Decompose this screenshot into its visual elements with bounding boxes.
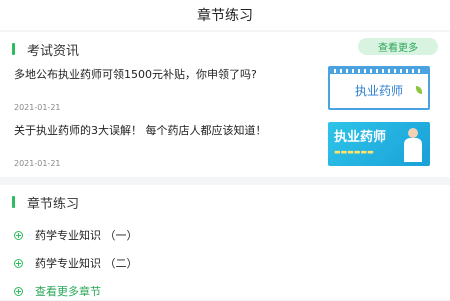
view-more-chapters-label[interactable]: 查看更多章节: [35, 283, 101, 299]
section-accent-bar: [12, 196, 15, 208]
news-thumbnail[interactable]: 执业药师 ▬▬▬▬▬▬: [328, 122, 430, 166]
news-date: 2021-01-21: [14, 103, 61, 112]
chapter-label[interactable]: 药学专业知识 （二）: [35, 255, 138, 271]
notebook-ring-dots: [334, 69, 424, 73]
news-card: 考试资讯 查看更多 多地公布执业药师可领1500元补贴，你申领了吗? 2021-…: [0, 32, 450, 177]
section-accent-bar: [12, 43, 15, 55]
view-more-news-button[interactable]: 查看更多: [358, 38, 438, 55]
pharmacist-illustration: [404, 128, 422, 162]
chapter-card: 章节练习 药学专业知识 （一） 药学专业知识 （二） 查看更多章节: [0, 185, 450, 300]
plus-circle-icon[interactable]: [14, 286, 23, 296]
chapter-section-title: 章节练习: [27, 196, 80, 212]
news-item[interactable]: 关于执业药师的3大误解！ 每个药店人都应该知道！ 2021-01-21 执业药师…: [14, 122, 444, 168]
view-more-chapters-link[interactable]: 查看更多章节: [14, 281, 101, 301]
plus-circle-icon[interactable]: [14, 258, 23, 268]
page-header: 章节练习: [0, 0, 450, 30]
thumbnail-subtext-shape: ▬▬▬▬▬▬: [334, 148, 374, 156]
thumbnail-text: 执业药师: [354, 84, 403, 98]
plus-circle-icon[interactable]: [14, 230, 23, 240]
thumbnail-text: 执业药师: [334, 130, 387, 145]
news-section-title: 考试资讯: [27, 43, 80, 59]
news-thumbnail[interactable]: 执业药师: [328, 66, 430, 110]
news-title[interactable]: 多地公布执业药师可领1500元补贴，你申领了吗?: [14, 68, 324, 82]
chapter-item[interactable]: 药学专业知识 （二）: [14, 253, 138, 273]
news-item[interactable]: 多地公布执业药师可领1500元补贴，你申领了吗? 2021-01-21 执业药师: [14, 66, 444, 112]
chapter-item[interactable]: 药学专业知识 （一）: [14, 225, 138, 245]
illustration-head: [408, 128, 418, 138]
news-title[interactable]: 关于执业药师的3大误解！ 每个药店人都应该知道！: [14, 124, 324, 138]
chapter-section-header: 章节练习: [12, 191, 79, 213]
news-section-header: 考试资讯: [12, 38, 79, 60]
illustration-coat: [404, 138, 422, 162]
news-date: 2021-01-21: [14, 159, 61, 168]
page-title: 章节练习: [197, 8, 253, 24]
chapter-label[interactable]: 药学专业知识 （一）: [35, 227, 138, 243]
